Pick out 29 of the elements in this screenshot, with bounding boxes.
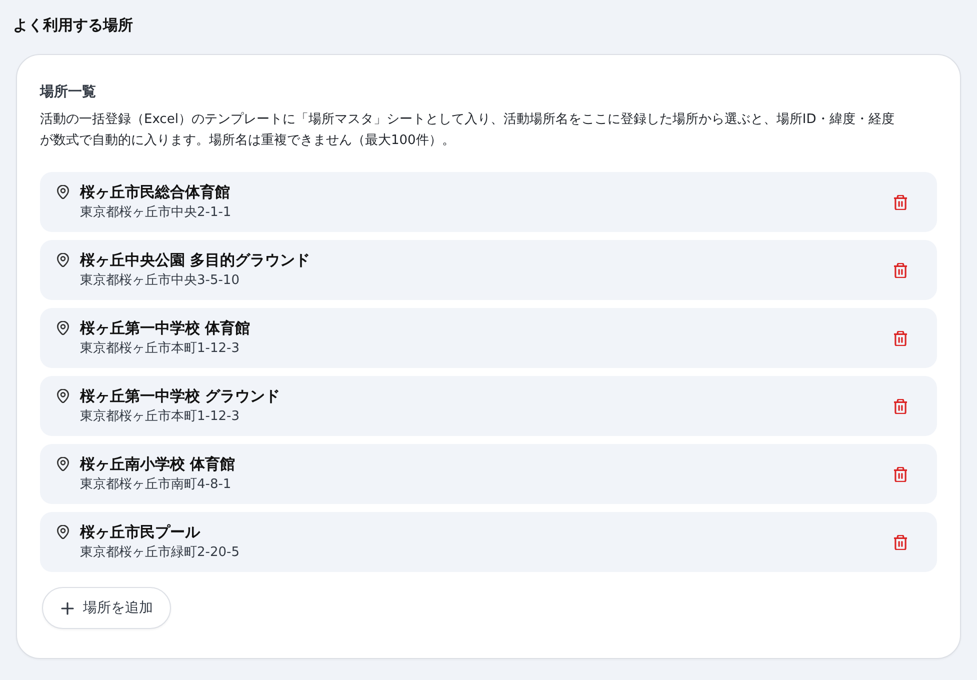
trash-icon — [894, 330, 907, 346]
location-pin-icon — [57, 185, 69, 199]
page-heading: よく利用する場所 — [13, 15, 134, 36]
trash-icon — [894, 398, 907, 414]
place-address: 東京都桜ヶ丘市緑町2-20-5 — [80, 544, 240, 562]
place-name: 桜ヶ丘第一中学校 体育館 — [80, 318, 252, 339]
place-address: 東京都桜ヶ丘市本町1-12-3 — [80, 340, 240, 358]
place-name: 桜ヶ丘市民プール — [80, 522, 202, 543]
place-name: 桜ヶ丘第一中学校 グラウンド — [80, 386, 282, 407]
card-title: 場所一覧 — [40, 83, 97, 102]
location-pin-icon — [57, 253, 69, 267]
place-name: 桜ヶ丘市民総合体育館 — [80, 182, 231, 203]
place-address: 東京都桜ヶ丘市中央2-1-1 — [80, 204, 232, 222]
place-address: 東京都桜ヶ丘市南町4-8-1 — [80, 476, 232, 494]
location-pin-icon — [57, 457, 69, 471]
place-address: 東京都桜ヶ丘市中央3-5-10 — [80, 272, 240, 290]
location-pin-icon — [57, 389, 69, 403]
trash-icon — [894, 534, 907, 550]
location-pin-icon — [57, 321, 69, 335]
place-name: 桜ヶ丘中央公園 多目的グラウンド — [80, 250, 312, 271]
card-description: 活動の一括登録（Excel）のテンプレートに「場所マスタ」シートとして入り、活動場所名をここに登録した場所から選ぶと、場所ID・緯度・経度が数式で自動的に入ります。場所名は重複できません（最大100件）。 — [40, 111, 896, 150]
place-address: 東京都桜ヶ丘市本町1-12-3 — [80, 408, 240, 426]
place-name: 桜ヶ丘南小学校 体育館 — [80, 454, 236, 475]
trash-icon — [894, 262, 907, 278]
trash-icon — [894, 194, 907, 210]
trash-icon — [894, 466, 907, 482]
add-place-button[interactable]: 場所を追加 — [42, 587, 171, 629]
plus-icon — [61, 602, 74, 614]
location-pin-icon — [57, 525, 69, 539]
